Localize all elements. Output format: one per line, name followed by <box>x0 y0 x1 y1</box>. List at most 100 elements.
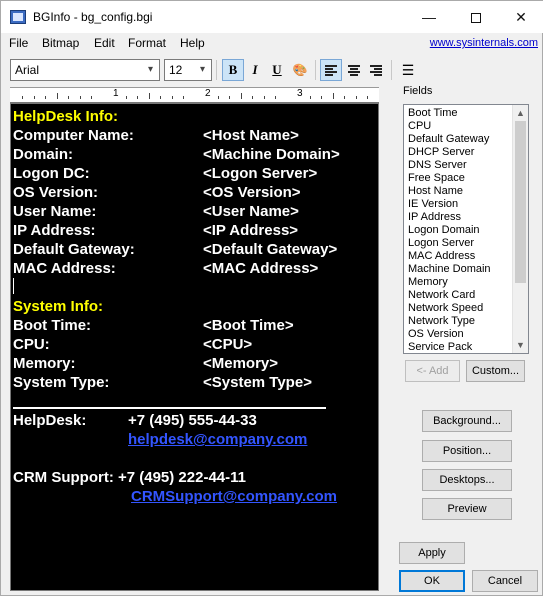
menu-file[interactable]: File <box>9 36 28 50</box>
info-row: Default Gateway: <Default Gateway> <box>13 240 373 259</box>
field-item[interactable]: Machine Domain <box>408 263 491 276</box>
separator-line <box>13 407 326 409</box>
field-item[interactable]: Host Name <box>408 185 463 198</box>
preview-button[interactable]: Preview <box>422 498 512 520</box>
font-name-value: Arial <box>15 63 40 77</box>
crm-email-row: CRMSupport@company.com <box>13 487 373 506</box>
toolbar-separator <box>315 60 316 80</box>
helpdesk-email-link: helpdesk@company.com <box>128 431 308 448</box>
field-item[interactable]: Free Space <box>408 172 465 185</box>
align-center-icon <box>348 64 360 77</box>
align-right-icon <box>370 64 382 77</box>
info-row: Memory: <Memory> <box>13 354 373 373</box>
field-item[interactable]: OS Version <box>408 328 464 341</box>
ruler-tick <box>333 93 334 99</box>
bullet-list-button[interactable]: ☰ <box>397 59 419 81</box>
info-label: Logon DC: <box>13 165 90 182</box>
ruler-tick <box>229 96 230 99</box>
color-palette-icon: 🎨 <box>292 63 308 77</box>
add-field-button[interactable]: <- Add <box>405 360 460 382</box>
align-left-button[interactable] <box>320 59 342 81</box>
field-item[interactable]: IE Version <box>408 198 458 211</box>
field-item[interactable]: DNS Server <box>408 159 467 172</box>
field-item[interactable]: Logon Domain <box>408 224 480 237</box>
field-item[interactable]: Network Card <box>408 289 475 302</box>
italic-button[interactable]: I <box>244 59 266 81</box>
ruler-tick <box>34 96 35 99</box>
info-label: Memory: <box>13 355 76 372</box>
info-row: IP Address: <IP Address> <box>13 221 373 240</box>
field-item[interactable]: Default Gateway <box>408 133 489 146</box>
sysinternals-link[interactable]: www.sysinternals.com <box>430 37 538 49</box>
underline-button[interactable]: U <box>266 59 288 81</box>
cancel-button[interactable]: Cancel <box>472 570 538 592</box>
ruler-tick <box>91 96 92 99</box>
menu-format[interactable]: Format <box>128 36 166 50</box>
field-item[interactable]: MAC Address <box>408 250 475 263</box>
ruler: 1 2 3 <box>10 87 379 103</box>
ruler-tick <box>137 96 138 99</box>
ruler-tick <box>356 96 357 99</box>
layout-editor[interactable]: HelpDesk Info: Computer Name: <Host Name… <box>10 103 379 591</box>
info-token: <Host Name> <box>203 127 299 144</box>
info-label: System Type: <box>13 374 110 391</box>
field-item[interactable]: DHCP Server <box>408 146 474 159</box>
chevron-down-icon: ▾ <box>147 64 154 75</box>
ruler-tick <box>367 96 368 99</box>
bold-button[interactable]: B <box>222 59 244 81</box>
ruler-tick <box>321 96 322 99</box>
ruler-tick <box>241 93 242 99</box>
maximize-button[interactable] <box>453 1 499 33</box>
menu-bitmap[interactable]: Bitmap <box>42 36 79 50</box>
field-item[interactable]: IP Address <box>408 211 461 224</box>
fields-scrollbar[interactable]: ▲ ▼ <box>512 105 528 353</box>
ruler-tick <box>22 96 23 99</box>
toolbar-separator <box>216 60 217 80</box>
info-label: IP Address: <box>13 222 96 239</box>
field-item[interactable]: Service Pack <box>408 341 472 353</box>
fields-listbox[interactable]: Boot Time CPU Default Gateway DHCP Serve… <box>403 104 529 354</box>
bullet-list-icon: ☰ <box>401 62 415 78</box>
info-label: Domain: <box>13 146 73 163</box>
scroll-up-icon[interactable]: ▲ <box>513 105 528 121</box>
text-color-button[interactable]: 🎨 <box>289 59 311 81</box>
ruler-tick <box>126 96 127 99</box>
close-button[interactable]: ✕ <box>498 1 543 33</box>
font-name-combo[interactable]: Arial ▾ <box>10 59 160 81</box>
maximize-icon <box>471 13 481 24</box>
apply-button[interactable]: Apply <box>399 542 465 564</box>
field-item[interactable]: Memory <box>408 276 448 289</box>
field-item[interactable]: Logon Server <box>408 237 474 250</box>
align-center-button[interactable] <box>343 59 365 81</box>
font-size-value: 12 <box>169 63 183 77</box>
chevron-down-icon: ▾ <box>199 64 206 75</box>
ruler-tick <box>183 96 184 99</box>
scrollbar-thumb[interactable] <box>515 121 526 283</box>
ruler-tick <box>45 96 46 99</box>
field-item[interactable]: Network Type <box>408 315 475 328</box>
scroll-down-icon[interactable]: ▼ <box>513 337 528 353</box>
custom-field-button[interactable]: Custom... <box>466 360 525 382</box>
ok-button[interactable]: OK <box>399 570 465 592</box>
minimize-button[interactable]: — <box>406 1 452 33</box>
menu-edit[interactable]: Edit <box>94 36 115 50</box>
ruler-mark: 2 <box>205 88 211 99</box>
title-bar: BGInfo - bg_config.bgi — ✕ <box>1 1 543 33</box>
desktops-button[interactable]: Desktops... <box>422 469 512 491</box>
align-left-icon <box>325 64 337 77</box>
field-item[interactable]: CPU <box>408 120 431 133</box>
info-token: <Memory> <box>203 355 279 372</box>
field-item[interactable]: Boot Time <box>408 107 458 120</box>
background-button[interactable]: Background... <box>422 410 512 432</box>
info-row: System Type: <System Type> <box>13 373 373 392</box>
field-item[interactable]: Network Speed <box>408 302 483 315</box>
ruler-tick <box>275 96 276 99</box>
ruler-tick <box>264 96 265 99</box>
menu-help[interactable]: Help <box>180 36 205 50</box>
font-size-combo[interactable]: 12 ▾ <box>164 59 212 81</box>
info-token: <CPU> <box>203 336 253 353</box>
align-right-button[interactable] <box>365 59 387 81</box>
position-button[interactable]: Position... <box>422 440 512 462</box>
info-token: <MAC Address> <box>203 260 319 277</box>
info-token: <User Name> <box>203 203 299 220</box>
